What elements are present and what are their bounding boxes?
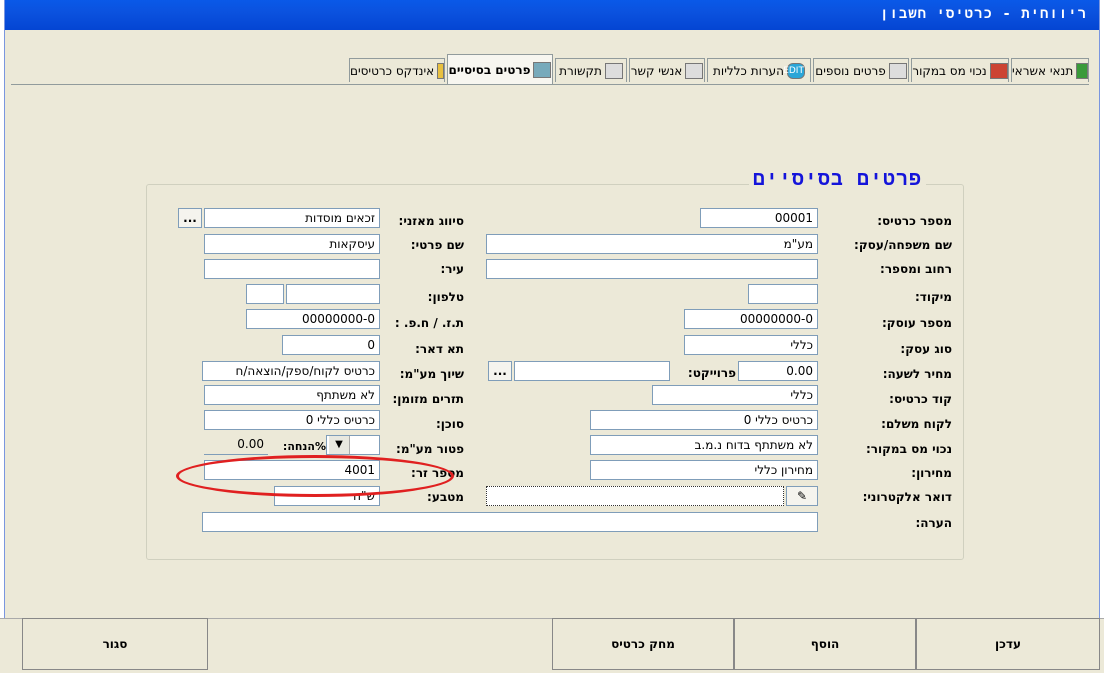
vat-assign-browse-button[interactable]: ... (488, 361, 512, 381)
family-name-label: שם משפחה/עסק: (854, 238, 952, 252)
project-input[interactable] (514, 361, 670, 381)
tab-communication[interactable]: תקשורת (555, 58, 627, 82)
price-list-input[interactable]: מחירון כללי (590, 460, 818, 480)
discount-input[interactable]: 0.00 (204, 435, 268, 455)
sparkle-icon (437, 62, 444, 79)
pen-icon (989, 62, 1008, 79)
tab-general-notes[interactable]: EDIT הערות כלליות (707, 58, 811, 82)
card-code-label: קוד כרטיס: (889, 392, 952, 406)
tab-basic-details[interactable]: פרטים בסיסיים (447, 54, 553, 84)
tab-card-index[interactable]: אינדקס כרטיסים (349, 58, 445, 82)
phone-icon (604, 62, 623, 79)
email-input[interactable] (486, 486, 784, 506)
close-button[interactable]: סגור (22, 618, 208, 670)
hourly-price-label: מחיר לשעה: (882, 367, 952, 381)
phone-prefix-input[interactable] (246, 284, 284, 304)
agent-label: סוכן: (436, 417, 464, 431)
vat-exempt-label: פטור מע"מ: (396, 442, 464, 456)
card-number-label: מספר כרטיס: (877, 214, 952, 228)
paying-customer-input[interactable]: כרטיס כללי 0 (590, 410, 818, 430)
tab-additional-details[interactable]: פרטים נוספים (813, 58, 909, 82)
chevron-down-icon: ▼ (329, 436, 350, 454)
project-label: פרוייקט: (687, 366, 736, 380)
folder-icon (888, 62, 907, 79)
cash-flow-input[interactable]: לא משתתף (204, 385, 380, 405)
group-title: פרטים בסיסיים (748, 166, 926, 192)
edit-icon: EDIT (783, 62, 805, 79)
note-label: הערה: (915, 516, 952, 530)
foreign-number-input[interactable]: 4001 (204, 460, 380, 480)
card-number-input[interactable]: 00001 (700, 208, 818, 228)
po-box-input[interactable]: 0 (282, 335, 380, 355)
city-input[interactable] (204, 259, 380, 279)
zip-label: מיקוד: (914, 290, 952, 304)
card-icon (533, 61, 552, 78)
tax-deduction-label: נכוי מס במקור: (865, 442, 952, 456)
price-list-label: מחירון: (911, 466, 952, 480)
agent-input[interactable]: כרטיס כללי 0 (204, 410, 380, 430)
business-number-label: מספר עוסק: (881, 316, 952, 330)
discount-label: %הנחה: (282, 440, 326, 453)
vat-assign-label: שיוך מע"מ: (399, 367, 464, 381)
email-label: דואר אלקטרוני: (862, 490, 952, 504)
zip-input[interactable] (748, 284, 818, 304)
tab-strip: תנאי אשראי נכוי מס במקור פרטים נוספים ED… (11, 52, 1089, 86)
tab-tax-deduction[interactable]: נכוי מס במקור (911, 58, 1009, 82)
tab-contacts[interactable]: אנשי קשר (629, 58, 705, 82)
first-name-label: שם פרטי: (410, 238, 464, 252)
currency-input[interactable]: ש"ח (274, 486, 380, 506)
phone-input[interactable] (286, 284, 380, 304)
window-title: ריווחית - כרטיסי חשבון (880, 6, 1087, 22)
vat-assign-input[interactable]: כרטיס לקוח/ספק/הוצאה/ח (202, 361, 380, 381)
family-name-input[interactable]: מע"מ (486, 234, 818, 254)
tax-deduction-input[interactable]: לא משתתף בדוח נ.מ.ב (590, 435, 818, 455)
card-code-input[interactable]: כללי (652, 385, 818, 405)
street-input[interactable] (486, 259, 818, 279)
ledger-class-browse-button[interactable]: ... (178, 208, 202, 228)
cash-flow-label: תזרים מזומן: (392, 392, 464, 406)
id-number-input[interactable]: 00000000-0 (246, 309, 380, 329)
ledger-class-label: סיווג מאזני: (398, 214, 464, 228)
email-edit-icon[interactable]: ✎ (786, 486, 818, 506)
currency-label: מטבע: (427, 490, 464, 504)
tab-credit-terms[interactable]: תנאי אשראי (1011, 58, 1089, 82)
business-type-input[interactable]: כללי (684, 335, 818, 355)
phone-label: טלפון: (427, 290, 464, 304)
money-bag-icon (1076, 62, 1088, 79)
title-bar: ריווחית - כרטיסי חשבון (5, 0, 1099, 30)
add-button[interactable]: הוסף (734, 618, 916, 670)
note-input[interactable] (202, 512, 818, 532)
ledger-class-input[interactable]: זכאים מוסדות (204, 208, 380, 228)
business-number-input[interactable]: 00000000-0 (684, 309, 818, 329)
po-box-label: תא דאר: (415, 342, 464, 356)
city-label: עיר: (440, 262, 464, 276)
hourly-price-input[interactable]: 0.00 (738, 361, 818, 381)
tab-divider (11, 84, 1089, 85)
street-label: רחוב ומספר: (880, 262, 952, 276)
business-type-label: סוג עסק: (900, 342, 952, 356)
foreign-number-label: מספר זר: (411, 466, 464, 480)
first-name-input[interactable]: עיסקאות (204, 234, 380, 254)
paying-customer-label: לקוח משלם: (881, 417, 952, 431)
person-icon (685, 62, 704, 79)
id-number-label: ת.ז. / ח.פ. : (394, 316, 464, 330)
delete-card-button[interactable]: מחק כרטיס (552, 618, 734, 670)
update-button[interactable]: עדכן (916, 618, 1100, 670)
vat-exempt-select[interactable]: ▼ (326, 435, 380, 455)
